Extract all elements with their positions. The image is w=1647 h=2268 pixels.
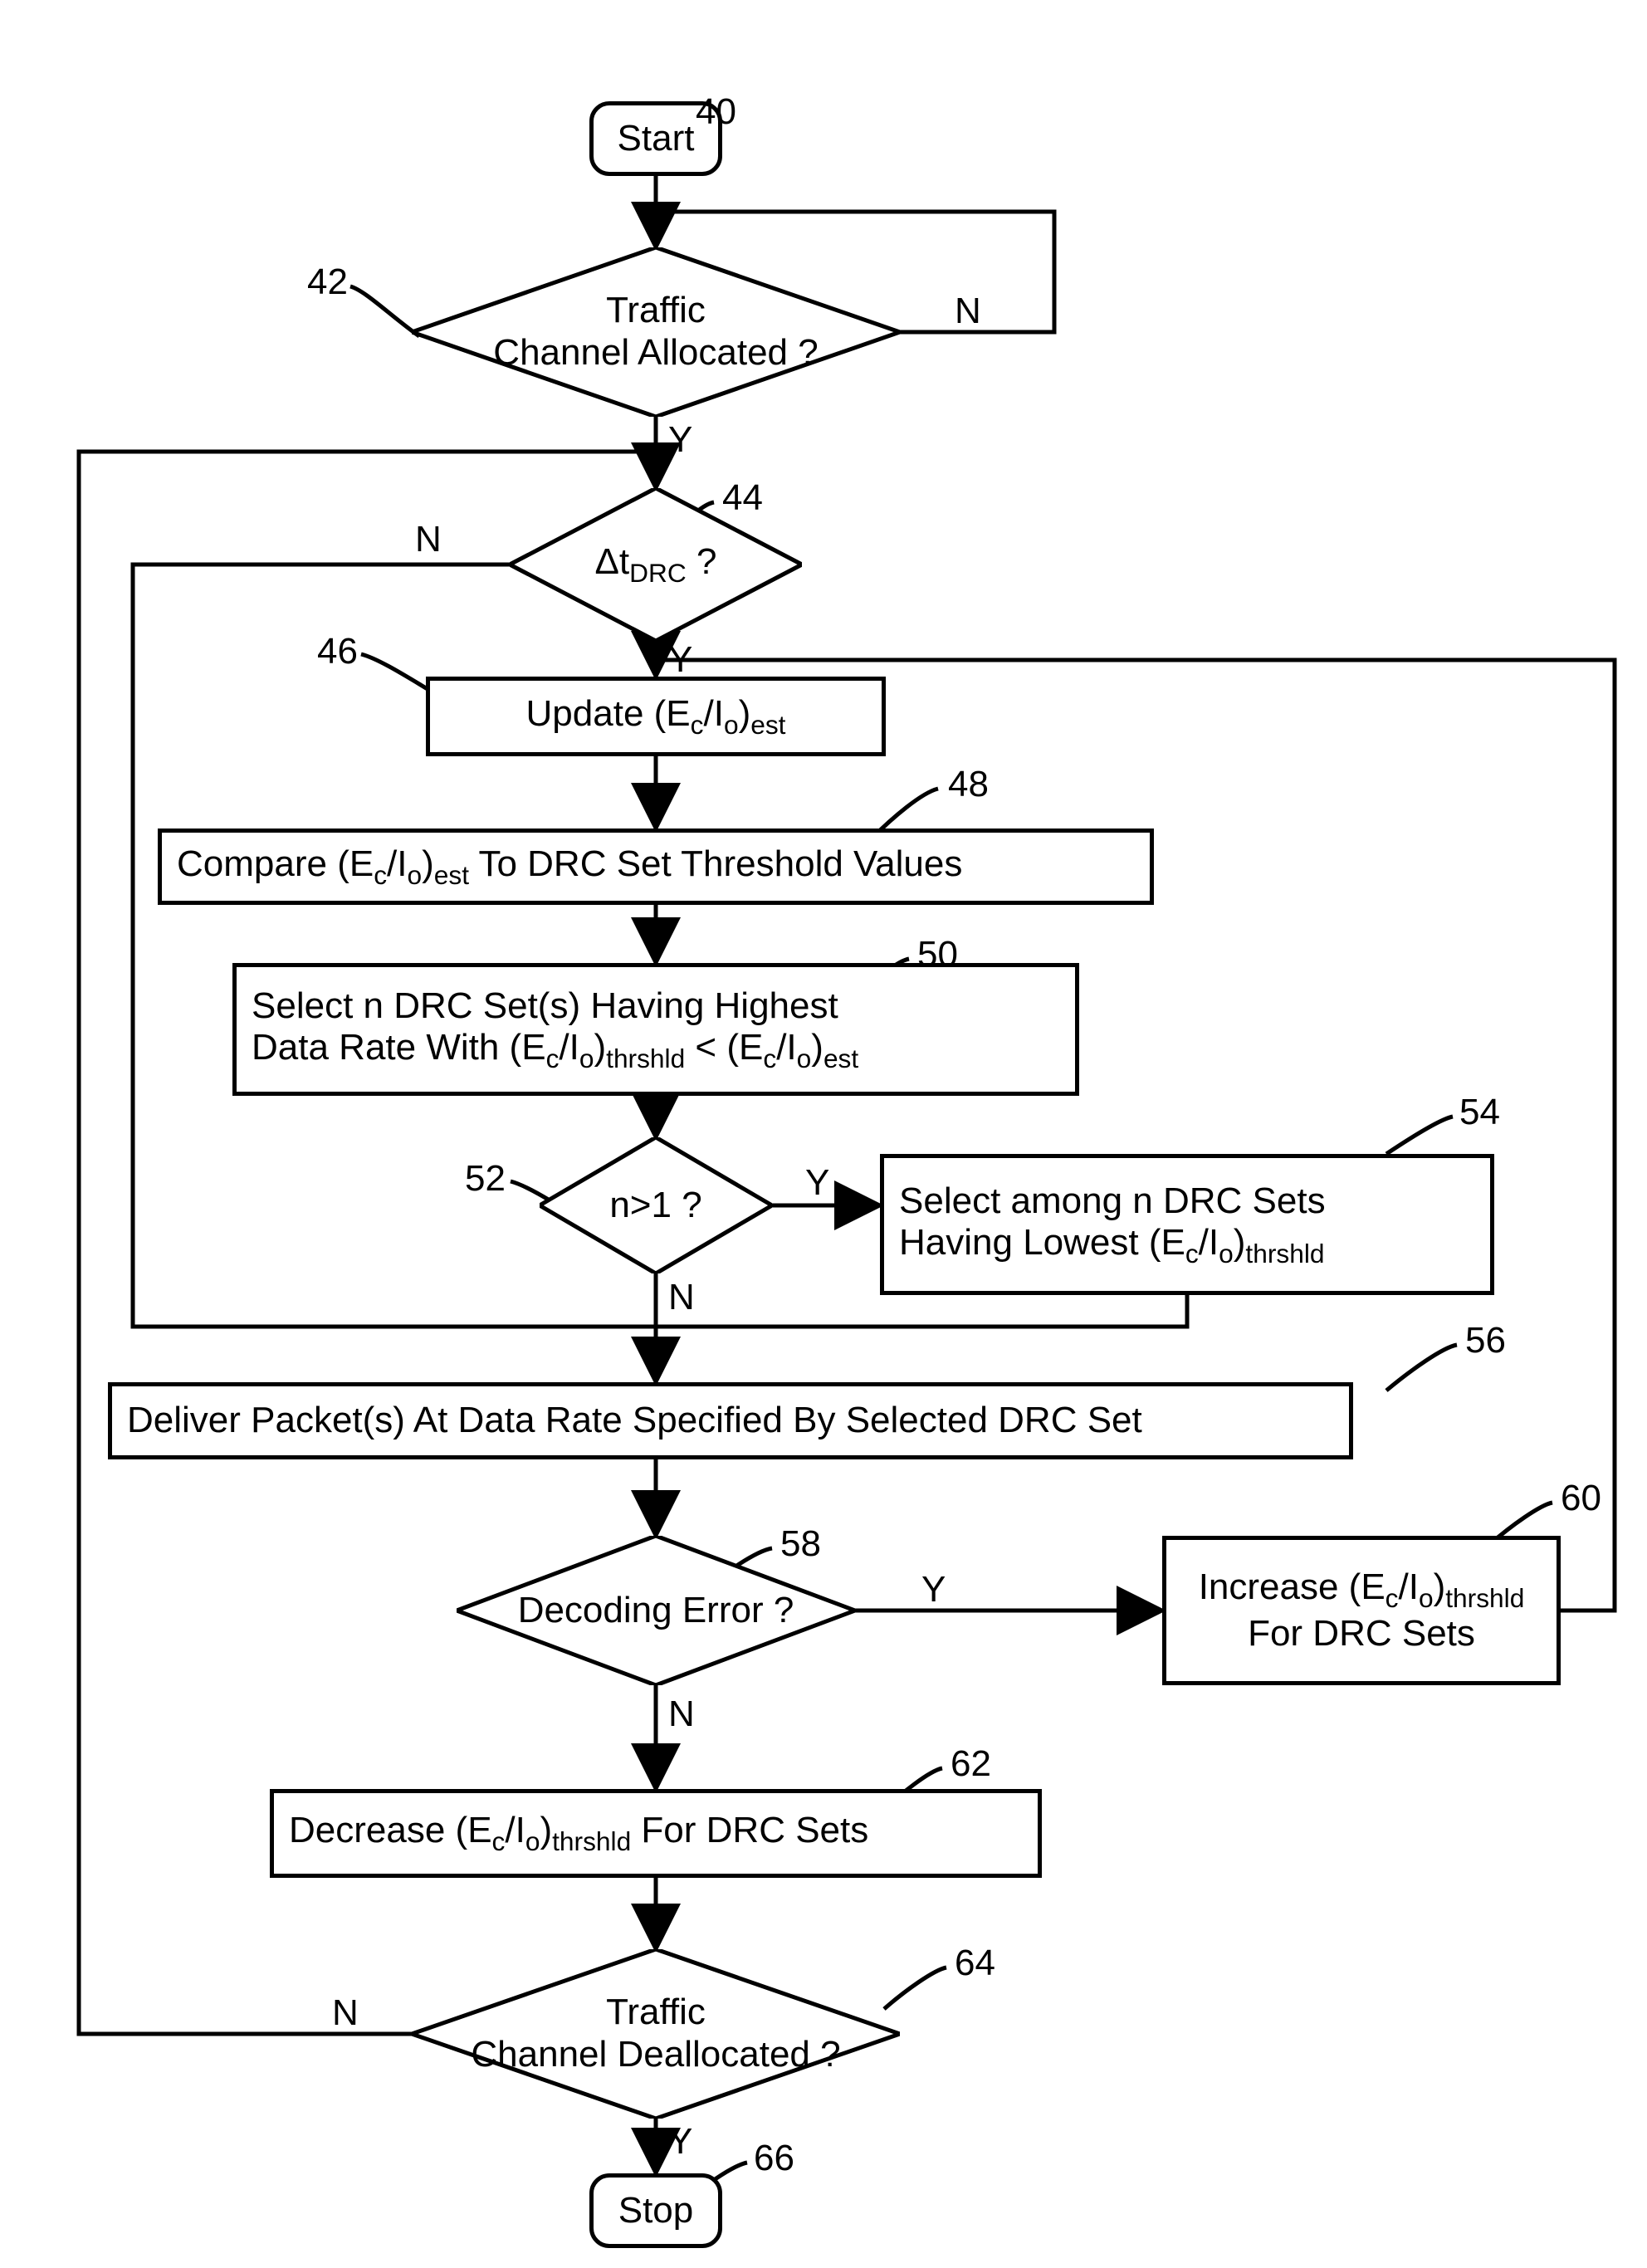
t: c bbox=[374, 860, 387, 890]
t: c bbox=[1386, 1582, 1399, 1612]
stop-label: Stop bbox=[618, 2190, 694, 2232]
t: o bbox=[579, 1044, 594, 1073]
t: Deliver Packet(s) At Data Rate Specified… bbox=[127, 1400, 1142, 1442]
dtdrc-post: ? bbox=[687, 541, 717, 582]
dealloc-line1: Traffic bbox=[606, 1992, 706, 2032]
ref-46: 46 bbox=[317, 631, 358, 672]
ref-58: 58 bbox=[780, 1523, 821, 1565]
label-decerr-y: Y bbox=[921, 1569, 946, 1611]
ref-62: 62 bbox=[951, 1743, 991, 1785]
t: /I bbox=[387, 843, 407, 884]
t: To DRC Set Threshold Values bbox=[469, 843, 962, 884]
label-alloc-n: N bbox=[955, 291, 981, 332]
t: /I bbox=[1399, 1567, 1419, 1607]
t: est bbox=[750, 710, 785, 740]
ref-42: 42 bbox=[307, 262, 348, 303]
t: o bbox=[797, 1044, 812, 1073]
t: For DRC Sets bbox=[1248, 1613, 1475, 1654]
ngt1-label: n>1 ? bbox=[609, 1185, 701, 1227]
t: o bbox=[1219, 1239, 1234, 1268]
t: Increase (E bbox=[1199, 1567, 1386, 1607]
dtdrc-pre: Δt bbox=[595, 541, 630, 582]
decerr-label: Decoding Error ? bbox=[518, 1590, 794, 1632]
start-label: Start bbox=[618, 118, 695, 160]
ref-54: 54 bbox=[1459, 1092, 1500, 1133]
flowchart: Start TrafficChannel Allocated ? ΔtDRC ?… bbox=[0, 0, 1647, 2268]
t: est bbox=[434, 860, 469, 890]
ref-52: 52 bbox=[465, 1158, 506, 1200]
t: thrshld bbox=[552, 1826, 631, 1856]
t: /I bbox=[559, 1027, 579, 1068]
label-dtdrc-y: Y bbox=[668, 639, 692, 681]
label-decerr-n: N bbox=[668, 1694, 695, 1735]
label-ngt1-y: Y bbox=[805, 1162, 829, 1204]
t: thrshld bbox=[606, 1044, 685, 1073]
t: est bbox=[824, 1044, 858, 1073]
t: c bbox=[492, 1826, 506, 1856]
t: ) bbox=[594, 1027, 606, 1068]
t: For DRC Sets bbox=[631, 1810, 868, 1850]
t: c bbox=[1185, 1239, 1199, 1268]
decision-traffic-deallocated: TrafficChannel Deallocated ? bbox=[412, 1949, 900, 2119]
label-alloc-y: Y bbox=[668, 419, 692, 461]
t: o bbox=[724, 710, 739, 740]
dealloc-line2: Channel Deallocated ? bbox=[471, 2034, 840, 2075]
t: ) bbox=[540, 1810, 552, 1850]
dtdrc-sub: DRC bbox=[629, 558, 687, 588]
t: thrshld bbox=[1245, 1239, 1324, 1268]
ref-60: 60 bbox=[1561, 1478, 1601, 1519]
t: ) bbox=[422, 843, 434, 884]
ref-44: 44 bbox=[722, 477, 763, 519]
t: ) bbox=[1434, 1567, 1446, 1607]
t: Compare (E bbox=[177, 843, 374, 884]
t: o bbox=[407, 860, 422, 890]
alloc-line1: Traffic bbox=[606, 290, 706, 330]
t: /I bbox=[1199, 1222, 1219, 1263]
step-deliver-packets: Deliver Packet(s) At Data Rate Specified… bbox=[108, 1382, 1353, 1459]
t: < (E bbox=[685, 1027, 763, 1068]
t: /I bbox=[703, 693, 723, 734]
ref-64: 64 bbox=[955, 1943, 995, 1984]
label-dtdrc-n: N bbox=[415, 519, 442, 560]
t: Decrease (E bbox=[289, 1810, 492, 1850]
ref-40: 40 bbox=[696, 91, 736, 133]
t: c bbox=[546, 1044, 560, 1073]
t: /I bbox=[505, 1810, 525, 1850]
ref-56: 56 bbox=[1465, 1320, 1506, 1361]
label-dealloc-n: N bbox=[332, 1992, 359, 2034]
step-compare-thresholds: Compare (Ec/Io)est To DRC Set Threshold … bbox=[158, 829, 1154, 905]
t: thrshld bbox=[1445, 1582, 1524, 1612]
decision-n-gt-1: n>1 ? bbox=[540, 1137, 772, 1273]
stop-node: Stop bbox=[589, 2173, 722, 2248]
t: ) bbox=[739, 693, 751, 734]
ref-50: 50 bbox=[917, 934, 958, 975]
decision-traffic-allocated: TrafficChannel Allocated ? bbox=[412, 247, 900, 417]
t: Select among n DRC Sets bbox=[899, 1180, 1326, 1221]
step-update-est: Update (Ec/Io)est bbox=[426, 677, 886, 756]
t: Data Rate With (E bbox=[252, 1027, 546, 1068]
t: /I bbox=[776, 1027, 796, 1068]
step-increase-threshold: Increase (Ec/Io)thrshld For DRC Sets bbox=[1162, 1536, 1561, 1685]
t: Update (E bbox=[526, 693, 691, 734]
t: c bbox=[691, 710, 704, 740]
t: ) bbox=[811, 1027, 824, 1068]
alloc-line2: Channel Allocated ? bbox=[493, 332, 818, 373]
t: Select n DRC Set(s) Having Highest bbox=[252, 985, 838, 1026]
step-select-among: Select among n DRC Sets Having Lowest (E… bbox=[880, 1154, 1494, 1295]
t: c bbox=[763, 1044, 776, 1073]
ref-48: 48 bbox=[948, 764, 989, 805]
label-dealloc-y: Y bbox=[668, 2121, 692, 2163]
ref-66: 66 bbox=[754, 2138, 794, 2179]
step-select-n: Select n DRC Set(s) Having Highest Data … bbox=[232, 963, 1079, 1096]
label-ngt1-n: N bbox=[668, 1277, 695, 1318]
t: Having Lowest (E bbox=[899, 1222, 1185, 1263]
step-decrease-threshold: Decrease (Ec/Io)thrshld For DRC Sets bbox=[270, 1789, 1042, 1878]
t: o bbox=[525, 1826, 540, 1856]
t: ) bbox=[1234, 1222, 1246, 1263]
t: o bbox=[1419, 1582, 1434, 1612]
